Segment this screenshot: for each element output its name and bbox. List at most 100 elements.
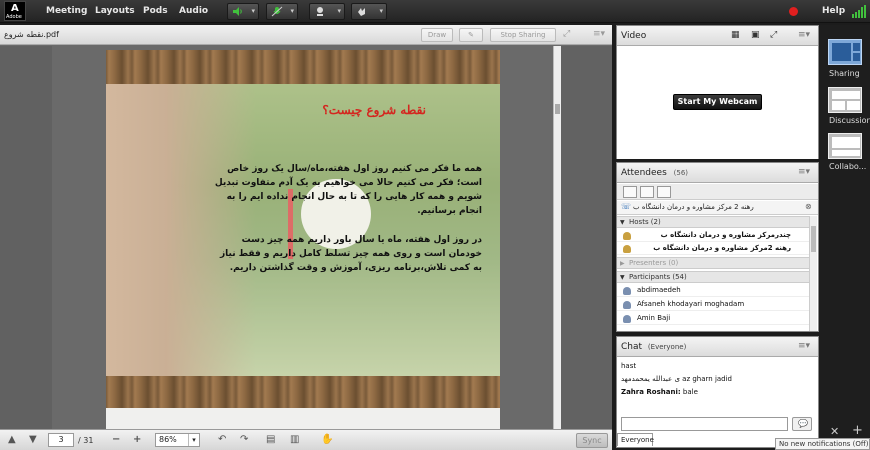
zoom-value: 86% [159, 435, 177, 444]
collapse-arrow-icon: ▼ [620, 274, 625, 281]
pod-options-menu-icon[interactable]: ≡▾ [798, 167, 810, 177]
participant-name: Amin Baji [637, 314, 671, 322]
adobe-logo: A Adobe [4, 1, 26, 21]
notification-tooltip: No new notifications (Off) [775, 438, 870, 450]
hosts-section-header[interactable]: ▼ Hosts (2) [617, 216, 809, 228]
layout-sharing-thumbnail[interactable] [828, 39, 862, 65]
close-icon[interactable]: ✕ [830, 425, 839, 438]
menu-audio[interactable]: Audio [179, 6, 208, 16]
attendees-count: (56) [673, 169, 689, 177]
layout-discussion-label[interactable]: Discussion [829, 116, 870, 125]
chat-message: Zahra Roshani: bale [621, 388, 698, 396]
raise-hand-button[interactable]: ▾ [351, 3, 387, 20]
presenters-header-label: Presenters (0) [629, 259, 679, 267]
participant-name: Afsaneh khodayari moghadam [637, 300, 745, 308]
layout-discussion-thumbnail[interactable] [828, 87, 862, 113]
status-view-icon[interactable] [657, 186, 671, 198]
layout-collaboration-label[interactable]: Collabo... [829, 162, 866, 171]
grid-view-icon[interactable]: ▦ [731, 30, 740, 40]
video-area: Start My Webcam [617, 47, 818, 159]
list-item[interactable]: Afsaneh khodayari moghadam [617, 298, 809, 311]
my-status-name: رهنه 2 مرکز مشاوره و درمان دانشگاه ب [633, 203, 754, 211]
pod-options-menu-icon[interactable]: ≡▾ [798, 30, 810, 40]
chevron-down-icon: ▾ [337, 7, 341, 15]
menu-help[interactable]: Help [822, 6, 845, 16]
video-pod-titlebar: Video ▦ ▣ ⤢ ≡▾ [617, 26, 818, 46]
slide-paragraph-2: در روز اول هفته، ماه یا سال باور داریم ه… [219, 235, 482, 273]
filmstrip-view-icon[interactable]: ▣ [751, 30, 760, 40]
menu-meeting[interactable]: Meeting [46, 6, 87, 16]
scrollbar-thumb[interactable] [811, 226, 816, 252]
chat-tab-everyone[interactable]: Everyone [617, 433, 654, 446]
next-page-icon[interactable]: ▼ [29, 434, 37, 445]
presenters-section-header[interactable]: ▶ Presenters (0) [617, 257, 809, 269]
attendees-pod-titlebar: Attendees (56) ≡▾ [617, 163, 818, 183]
host-name: رهنه 2مرکز مشاوره و درمان دانشگاه ب [653, 244, 791, 252]
page-number-input[interactable]: 3 [48, 433, 74, 447]
send-message-button[interactable]: 💬 [792, 417, 812, 431]
webcam-icon [317, 7, 323, 16]
fit-width-icon[interactable]: ▥ [290, 434, 299, 445]
hosts-header-label: Hosts (2) [629, 218, 661, 226]
host-icon [623, 245, 631, 253]
pod-options-menu-icon[interactable]: ≡▾ [593, 29, 605, 39]
hand-tool-icon[interactable]: ✋ [321, 434, 333, 445]
list-view-icon[interactable] [623, 186, 637, 198]
adobe-logo-text: Adobe [6, 14, 22, 20]
fullscreen-icon[interactable]: ⤢ [770, 30, 777, 40]
stop-sharing-button[interactable]: Stop Sharing [490, 28, 556, 42]
participants-section-header[interactable]: ▼ Participants (54) [617, 271, 809, 283]
microphone-button[interactable]: ▾ [266, 3, 298, 20]
add-layout-icon[interactable]: + [852, 423, 863, 438]
participant-icon [623, 301, 631, 309]
webcam-button[interactable]: ▾ [309, 3, 345, 20]
chat-scope: (Everyone) [647, 343, 687, 351]
slide-paragraph-1: همه ما فکر می کنیم روز اول هفته،ماه/سال … [214, 164, 482, 216]
video-pod: Video ▦ ▣ ⤢ ≡▾ Start My Webcam [616, 25, 819, 159]
layout-collaboration-thumbnail[interactable] [828, 133, 862, 159]
menu-layouts[interactable]: Layouts [95, 6, 135, 16]
chevron-down-icon: ▾ [290, 7, 294, 15]
draw-button[interactable]: Draw [421, 28, 453, 42]
previous-page-icon[interactable]: ▲ [8, 434, 16, 445]
list-item[interactable]: چندرمرکز مشاوره و درمان دانشگاه ب [617, 229, 809, 242]
speech-bubble-icon: 💬 [798, 419, 808, 428]
menu-pods[interactable]: Pods [143, 6, 168, 16]
recording-indicator-icon[interactable] [789, 7, 798, 16]
list-item[interactable]: رهنه 2مرکز مشاوره و درمان دانشگاه ب [617, 242, 809, 255]
fit-page-icon[interactable]: ▤ [266, 434, 275, 445]
clear-status-icon[interactable]: ⊗ [805, 202, 812, 211]
draw-tool-icon[interactable]: ✎ [459, 28, 483, 42]
layout-sharing-label[interactable]: Sharing [829, 69, 860, 78]
chat-pod-title: Chat (Everyone) [621, 342, 686, 352]
scrollbar-thumb[interactable] [555, 104, 560, 114]
document-scrollbar[interactable] [553, 46, 561, 429]
chevron-down-icon: ▾ [188, 434, 199, 446]
fullscreen-icon[interactable]: ⤢ [563, 29, 570, 39]
list-item[interactable]: abdimaedeh [617, 284, 809, 297]
attendees-pod: Attendees (56) ≡▾ ☏ رهنه 2 مرکز مشاوره و… [616, 162, 819, 332]
rotate-left-icon[interactable]: ↶ [218, 434, 226, 445]
zoom-out-icon[interactable]: − [112, 434, 120, 445]
attendees-scrollbar[interactable] [809, 216, 817, 331]
list-item[interactable]: Amin Baji [617, 312, 809, 325]
adobe-logo-mark-icon: A [11, 3, 19, 14]
start-webcam-button[interactable]: Start My Webcam [673, 94, 762, 110]
chat-title-text: Chat [621, 342, 643, 352]
speaker-button[interactable]: ▾ [227, 3, 259, 20]
sync-button[interactable]: Sync [576, 433, 608, 448]
breakout-view-icon[interactable] [640, 186, 654, 198]
chat-input[interactable] [621, 417, 788, 431]
chevron-down-icon: ▾ [379, 7, 383, 15]
participant-name: abdimaedeh [637, 286, 681, 294]
my-status-icon[interactable]: ☏ [621, 202, 631, 211]
attendees-toolbar [617, 184, 818, 200]
rotate-right-icon[interactable]: ↷ [240, 434, 248, 445]
zoom-in-icon[interactable]: + [133, 434, 141, 445]
pod-options-menu-icon[interactable]: ≡▾ [798, 341, 810, 351]
host-name: چندرمرکز مشاوره و درمان دانشگاه ب [660, 231, 791, 239]
chat-message: hast [621, 362, 637, 370]
slide-background-photo [106, 84, 500, 376]
zoom-select[interactable]: 86% ▾ [155, 433, 200, 447]
attendees-pod-title: Attendees (56) [621, 168, 688, 178]
